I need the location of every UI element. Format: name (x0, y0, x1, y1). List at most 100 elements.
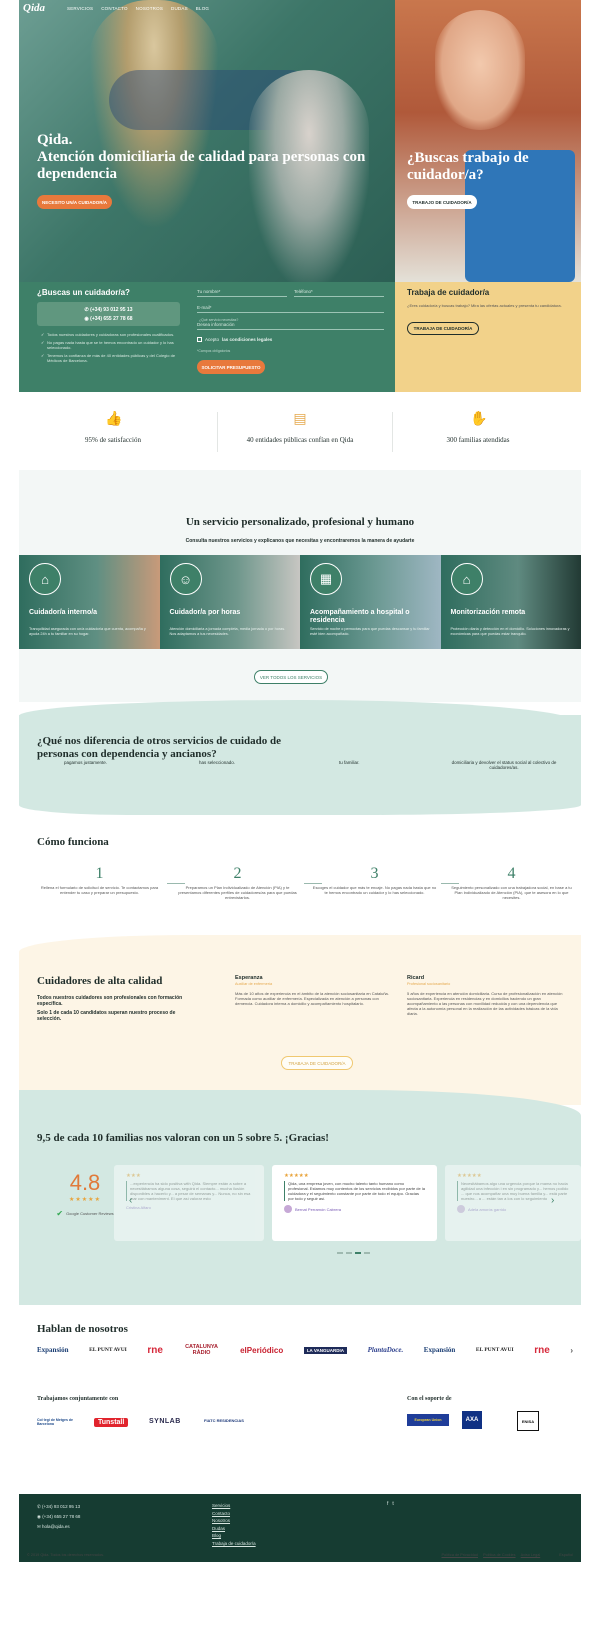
legal-links: Política de Privacidad Política de Cooki… (437, 1553, 573, 1563)
support-logo: AXA (462, 1411, 482, 1429)
nav-blog[interactable]: BLOG (196, 6, 209, 11)
carousel-dots (337, 1252, 370, 1254)
phone-1[interactable]: (+34) 93 012 95 13 (90, 307, 132, 313)
quality-description: Todos nuestros cuidadores son profesiona… (37, 995, 183, 1022)
partner-logo: Col·legi de Metges de Barcelona (37, 1418, 73, 1426)
stat-families: ✋ 300 familias atendidas (446, 410, 510, 444)
work-as-carer-button[interactable]: TRABAJA DE CUIDADOR/A (281, 1056, 353, 1070)
step-1: 1 Rellena el formulario de solicitud de … (40, 865, 159, 895)
service-card-interno[interactable]: ⌂ Cuidador/a interno/a Tranquilidad aseg… (19, 555, 160, 649)
service-card-remota[interactable]: ⌂ Monitorización remota Protección diari… (440, 555, 581, 649)
review-card: ★★★★★ Qida, una empresa joven, con mucho… (272, 1165, 437, 1241)
carousel-dot[interactable] (364, 1252, 370, 1254)
carer-card-esperanza: Esperanza Auxiliar de enfermería Más de … (235, 975, 389, 1006)
service-card-horas[interactable]: ☺ Cuidador/a por horas Atención domicili… (159, 555, 300, 649)
press-logo: CATALUNYA RÀDIO (185, 1344, 218, 1356)
footer-link[interactable]: Blog (212, 1532, 256, 1540)
press-logo: LA VANGUARDIA (303, 1346, 348, 1354)
submit-button[interactable]: SOLICITAR PRESUPUESTO (197, 360, 265, 374)
top-nav: Qida SERVICIOS CONTACTO NOSOTROS DUDAS B… (19, 0, 395, 16)
person-icon: ☺ (169, 563, 202, 595)
house-icon: ⌂ (29, 563, 61, 595)
service-card-hospital[interactable]: ▦ Acompañamiento a hospital o residencia… (300, 555, 441, 649)
legal-link[interactable]: las condiciones legales (222, 337, 272, 342)
difference-title: ¿Qué nos diferencia de otros servicios d… (37, 735, 282, 760)
avatar (284, 1205, 292, 1213)
footer-link[interactable]: Servicios (212, 1502, 256, 1510)
step-3: 3 Escoges el cuidador que más te encaje.… (312, 865, 437, 895)
support-logo: European Union (407, 1414, 449, 1426)
footer-link[interactable]: Nosotros (212, 1517, 256, 1525)
hospital-icon: ▦ (310, 563, 342, 595)
phone-box: ✆ (+34) 93 012 95 13 ◉ (+34) 655 27 78 6… (37, 302, 180, 326)
nav-dudas[interactable]: DUDAS (171, 6, 188, 11)
reviews-title: 9,5 de cada 10 familias nos valoran con … (37, 1132, 329, 1144)
press-logo: rne (147, 1344, 163, 1356)
partner-logo: SYNLAB (149, 1418, 181, 1425)
footer-social: ft (387, 1501, 398, 1507)
footer-links: Servicios Contacto Nosotros Dudas Blog T… (212, 1502, 256, 1547)
need-caregiver-button[interactable]: NECESITO UN/A CUIDADOR/A (37, 195, 112, 209)
difference-snippet: domiciliaria y devolver el status social… (451, 760, 557, 770)
services-subtitle: Consulta nuestros servicios y explicanos… (185, 538, 415, 544)
stat-entities: ▤ 40 entidades públicas confían en Qida (246, 410, 354, 444)
quality-title: Cuidadores de alta calidad (37, 975, 163, 987)
avatar (457, 1205, 465, 1213)
partners-title: Trabajamos conjuntamente con (37, 1396, 119, 1402)
how-title: Cómo funciona (37, 836, 109, 848)
cookies-link[interactable]: Política de Cookies (483, 1553, 516, 1557)
chevron-right-icon[interactable]: › (570, 1346, 573, 1355)
privacy-link[interactable]: Política de Privacidad (441, 1553, 478, 1557)
carousel-dot[interactable] (355, 1252, 361, 1254)
job-panel-button[interactable]: TRABAJA DE CUIDADOR/A (407, 322, 479, 335)
hero-title: Qida. Atención domiciliaria de calidad p… (37, 132, 366, 182)
service-select[interactable]: Desea información (197, 322, 384, 330)
list-item: No pagas nada hasta que se te hemos enco… (41, 340, 181, 350)
carousel-dot[interactable] (337, 1252, 343, 1254)
legal-checkbox-row: Acepto las condiciones legales (197, 337, 272, 342)
bottom-bar: © 2019 Qida. Todos los derechos reservad… (19, 1553, 581, 1563)
partner-logo: Tunstall (94, 1418, 129, 1427)
hands-icon: ✋ (470, 410, 488, 426)
nav-contacto[interactable]: CONTACTO (101, 6, 127, 11)
press-logo: Expansión (423, 1346, 456, 1354)
legal-checkbox[interactable] (197, 337, 202, 342)
phone-field[interactable]: Teléfono* (294, 289, 384, 297)
logo[interactable]: Qida (23, 2, 45, 14)
nav-nosotros[interactable]: NOSOTROS (136, 6, 163, 11)
nav-servicios[interactable]: SERVICIOS (67, 6, 93, 11)
press-logo: rne (534, 1344, 550, 1356)
support-logo: ENISA (517, 1411, 539, 1431)
rating-score: 4.8 (69, 1170, 101, 1195)
difference-snippet: pagamos justamente. (64, 760, 108, 765)
services-title: Un servicio personalizado, profesional y… (185, 516, 415, 528)
carousel-dot[interactable] (346, 1252, 352, 1254)
support-title: Con el soporte de (407, 1396, 452, 1402)
footer-link[interactable]: Dudas (212, 1525, 256, 1533)
press-title: Hablan de nosotros (37, 1323, 128, 1335)
all-services-button[interactable]: VER TODOS LOS SERVICIOS (254, 670, 328, 684)
divider (392, 412, 393, 452)
wave-divider (19, 700, 581, 740)
twitter-icon[interactable]: t (392, 1501, 397, 1507)
google-reviews-badge: ✔ Google Customer Reviews (56, 1209, 114, 1218)
footer-link[interactable]: Contacto (212, 1510, 256, 1518)
benefits-list: Todos nuestros cuidadores y cuidadoras s… (41, 332, 181, 366)
job-caregiver-button[interactable]: TRABAJO DE CUIDADOR/A (407, 195, 477, 209)
footer: ✆ (+34) 93 012 95 13 ◉ (+34) 655 27 78 6… (19, 1494, 581, 1562)
job-heading: Trabaja de cuidador/a (407, 288, 490, 297)
name-field[interactable]: Tu nombre* (197, 289, 287, 297)
chevron-right-icon[interactable]: › (551, 1195, 554, 1206)
footer-link[interactable]: Trabaja de cuidador/a (212, 1540, 256, 1548)
hero-job-title: ¿Buscas trabajo de cuidador/a? (407, 150, 529, 183)
language-select[interactable]: Español (559, 1553, 573, 1557)
review-card: ★★★★★ Necesitábamos algo una urgencia po… (445, 1165, 581, 1241)
phone-2[interactable]: (+34) 655 27 78 68 (90, 316, 132, 322)
hero-photo-job (395, 0, 581, 282)
email-field[interactable]: E-mail* (197, 305, 384, 313)
step-2: 2 Preparamos un Plan Individualizado de … (178, 865, 297, 900)
legal-notice-link[interactable]: Aviso Legal (521, 1553, 541, 1557)
chevron-left-icon[interactable]: ‹ (129, 1195, 132, 1206)
list-item: Todos nuestros cuidadores y cuidadoras s… (41, 332, 181, 337)
press-logos: Expansión EL PUNT AVUI rne CATALUNYA RÀD… (37, 1344, 573, 1356)
